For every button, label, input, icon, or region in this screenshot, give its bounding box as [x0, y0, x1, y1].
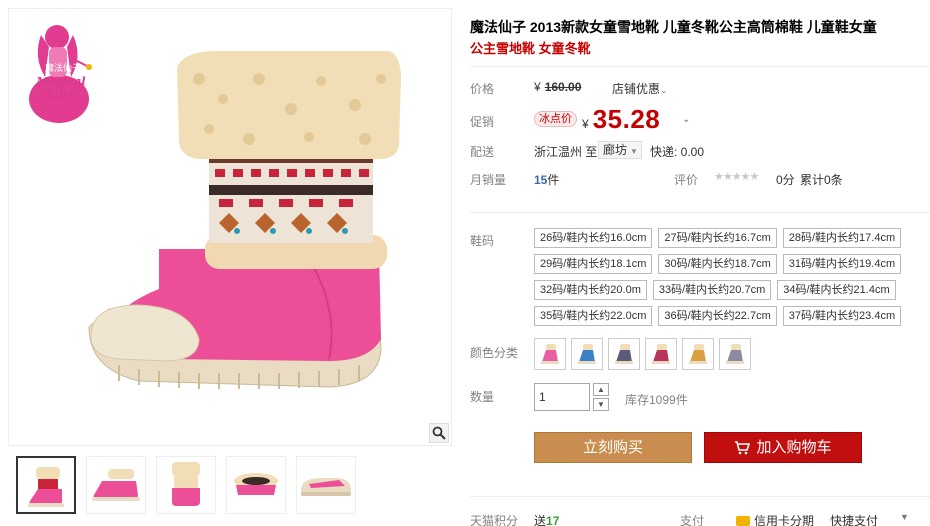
ship-origin: 浙江温州	[534, 145, 583, 159]
color-swatch[interactable]	[534, 338, 566, 370]
buy-now-button[interactable]: 立刻购买	[534, 432, 692, 463]
points-prefix: 送	[534, 514, 547, 526]
ship-destination-select[interactable]: 廊坊 ▼	[598, 141, 642, 159]
size-options: 26码/鞋内长约16.0cm 27码/鞋内长约16.7cm 28码/鞋内长约17…	[534, 228, 924, 332]
thumbnail-strip	[16, 456, 456, 516]
quick-pay[interactable]: 快捷支付	[830, 512, 878, 526]
color-swatch[interactable]	[682, 338, 714, 370]
promo-price: ¥35.28	[582, 104, 660, 135]
monthly-sales-count: 15	[534, 173, 548, 187]
color-options	[534, 338, 751, 370]
quantity-label: 数量	[470, 390, 495, 404]
color-swatch[interactable]	[645, 338, 677, 370]
product-page: 魔法仙子 Magical fairy 魔法仙子 2013新款女童雪地靴 儿童冬靴…	[0, 0, 930, 526]
reviews-link[interactable]: 累计0条	[800, 171, 843, 188]
credit-card-icon	[736, 516, 750, 526]
shipping-fee: 快递: 0.00	[650, 145, 705, 159]
divider	[470, 496, 930, 497]
size-option[interactable]: 34码/鞋内长约21.4cm	[777, 280, 896, 300]
color-label: 颜色分类	[470, 346, 519, 360]
shop-promo-dropdown[interactable]: 店铺优惠⌄	[612, 80, 668, 97]
ship-to-word: 至	[585, 145, 598, 159]
shipping-label: 配送	[470, 145, 495, 159]
thumbnail-4[interactable]	[226, 456, 286, 514]
thumbnail-5[interactable]	[296, 456, 356, 514]
thumbnail-2[interactable]	[86, 456, 146, 514]
chevron-down-icon: ⌄	[660, 85, 668, 95]
rating-label: 评价	[674, 173, 699, 187]
quantity-increase-button[interactable]: ▲	[593, 383, 609, 396]
size-row: 35码/鞋内长约22.0cm 36码/鞋内长约22.7cm 37码/鞋内长约23…	[534, 306, 924, 326]
divider	[470, 212, 930, 213]
color-swatch[interactable]	[571, 338, 603, 370]
zoom-icon[interactable]	[429, 423, 449, 443]
credit-installment[interactable]: 信用卡分期	[736, 512, 814, 526]
size-row: 26码/鞋内长约16.0cm 27码/鞋内长约16.7cm 28码/鞋内长约17…	[534, 228, 924, 248]
star-rating-icon: ★★★★★	[714, 171, 759, 183]
points-label: 天猫积分	[470, 514, 519, 526]
footer-row: 天猫积分 送17 支付 信用卡分期 快捷支付 ▼	[470, 510, 930, 526]
add-to-cart-button[interactable]: 加入购物车	[704, 432, 862, 463]
size-option[interactable]: 36码/鞋内长约22.7cm	[658, 306, 777, 326]
quantity-input[interactable]	[534, 383, 590, 411]
rating-score: 0分	[776, 173, 795, 187]
cart-icon	[735, 441, 751, 455]
caret-down-icon[interactable]: ▼	[900, 512, 909, 522]
promo-label: 促销	[470, 115, 495, 129]
thumbnail-1[interactable]	[16, 456, 76, 514]
divider	[470, 66, 930, 67]
size-option[interactable]: 32码/鞋内长约20.0m	[534, 280, 647, 300]
payment-label: 支付	[680, 514, 705, 526]
size-option[interactable]: 26码/鞋内长约16.0cm	[534, 228, 653, 248]
monthly-sales: 15件	[534, 171, 559, 188]
points: 送17	[534, 512, 559, 526]
credit-installment-label: 信用卡分期	[754, 514, 815, 526]
size-row: 29码/鞋内长约18.1cm 30码/鞋内长约18.7cm 31码/鞋内长约19…	[534, 254, 924, 274]
monthly-sales-unit: 件	[547, 173, 560, 187]
size-option[interactable]: 28码/鞋内长约17.4cm	[782, 228, 902, 248]
original-price: ¥160.00	[534, 80, 581, 94]
main-product-image[interactable]: 魔法仙子 Magical fairy	[8, 8, 452, 446]
size-option[interactable]: 30码/鞋内长约18.7cm	[658, 254, 777, 274]
price-label: 价格	[470, 82, 495, 96]
quantity-decrease-button[interactable]: ▼	[593, 398, 609, 411]
stock-count: 库存1099件	[625, 393, 688, 407]
size-label: 鞋码	[470, 234, 495, 248]
chevron-down-icon[interactable]: ⌄	[682, 114, 690, 125]
size-option[interactable]: 27码/鞋内长约16.7cm	[658, 228, 777, 248]
size-option[interactable]: 31码/鞋内长约19.4cm	[782, 254, 902, 274]
size-option[interactable]: 33码/鞋内长约20.7cm	[652, 280, 772, 300]
caret-down-icon: ▼	[630, 147, 638, 156]
color-swatch[interactable]	[719, 338, 751, 370]
promo-badge: 冰点价	[534, 111, 577, 127]
size-row: 32码/鞋内长约20.0m 33码/鞋内长约20.7cm 34码/鞋内长约21.…	[534, 280, 924, 300]
ship-from: 浙江温州 至	[534, 143, 597, 160]
points-value: 17	[546, 514, 560, 526]
promo-price-value: 35.28	[592, 104, 661, 134]
color-swatch[interactable]	[608, 338, 640, 370]
size-option[interactable]: 35码/鞋内长约22.0cm	[534, 306, 653, 326]
monthly-sales-label: 月销量	[470, 173, 507, 187]
product-title: 魔法仙子 2013新款女童雪地靴 儿童冬靴公主高筒棉鞋 儿童鞋女童	[470, 19, 877, 35]
ship-destination: 廊坊	[603, 143, 628, 157]
product-subtitle: 公主雪地靴 女童冬靴	[470, 41, 591, 56]
promo-currency: ¥	[582, 117, 589, 131]
thumbnail-3[interactable]	[156, 456, 216, 514]
currency-symbol: ¥	[534, 80, 541, 94]
original-price-value: 160.00	[544, 80, 582, 94]
shop-promo-label: 店铺优惠	[612, 82, 661, 96]
size-option[interactable]: 37码/鞋内长约23.4cm	[782, 306, 902, 326]
add-to-cart-label: 加入购物车	[756, 439, 832, 456]
size-option[interactable]: 29码/鞋内长约18.1cm	[534, 254, 653, 274]
boot-illustration	[88, 50, 401, 389]
